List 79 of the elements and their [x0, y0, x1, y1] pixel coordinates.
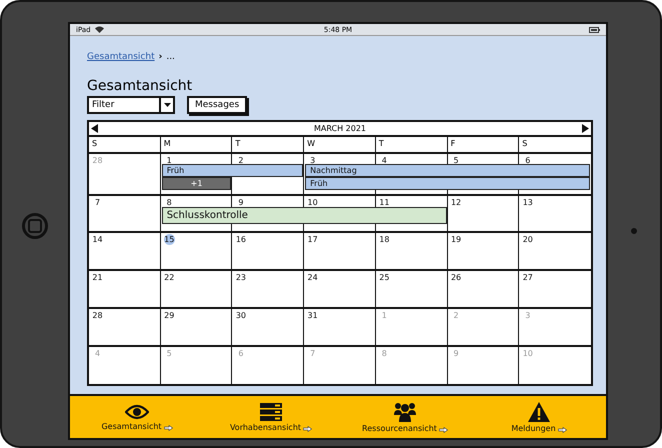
month-title: MARCH 2021: [314, 124, 366, 133]
day-number: 6: [524, 155, 532, 166]
day-number: 5: [166, 348, 173, 359]
day-number: 20: [522, 234, 534, 245]
day-number: 31: [307, 310, 318, 321]
next-month-icon[interactable]: [582, 124, 589, 133]
day-number: 2: [237, 155, 244, 166]
caret-icon: [164, 103, 170, 107]
day-number: 18: [378, 234, 390, 245]
arrow-icon: [558, 426, 567, 432]
day-number: 30: [235, 310, 246, 321]
day-number: 1: [380, 310, 388, 321]
day-number: 1: [166, 155, 173, 166]
weekday-label: M: [160, 137, 232, 152]
day-number: 23: [235, 272, 246, 283]
day-number: 22: [164, 272, 175, 283]
day-number: 24: [307, 272, 318, 283]
weekday-label: T: [232, 137, 304, 152]
day-number: 26: [450, 272, 462, 283]
day-number: 10: [522, 348, 534, 359]
day-number: 12: [450, 197, 462, 208]
day-number: 17: [307, 234, 318, 245]
messages-button[interactable]: Messages: [187, 96, 248, 114]
event-bar[interactable]: Nachmittag: [305, 164, 590, 177]
page-title: Gesamtansicht: [87, 78, 194, 94]
arrow-icon: [164, 424, 173, 430]
people-icon: [393, 402, 417, 422]
weekday-label: S: [521, 138, 528, 150]
breadcrumb-link[interactable]: Gesamtansicht: [87, 52, 155, 62]
tab-item[interactable]: Vorhabensansicht: [204, 396, 338, 438]
warning-icon: [528, 402, 550, 422]
event-bar[interactable]: Schlusskontrolle: [162, 207, 447, 224]
event-bar[interactable]: Früh: [305, 177, 590, 190]
weekday-label: W: [304, 137, 376, 152]
day-number: 7: [94, 197, 102, 208]
day-number: 4: [380, 155, 388, 166]
server-list-icon: [260, 402, 282, 420]
weekday-label: T: [376, 137, 448, 152]
day-number: 7: [309, 348, 316, 359]
wifi-icon: [94, 26, 104, 33]
more-events-badge[interactable]: +1: [162, 177, 232, 190]
day-number: 8: [166, 197, 173, 208]
previous-month-icon[interactable]: [91, 124, 98, 133]
tab-item[interactable]: Ressourcenansicht: [338, 396, 472, 438]
breadcrumb-text: ...: [166, 52, 175, 62]
day-number: 5: [452, 155, 460, 166]
day-number: 10: [307, 197, 318, 208]
day-number: 19: [450, 234, 462, 245]
eye-icon: [125, 404, 149, 420]
breadcrumb-separator: ›: [158, 52, 162, 62]
tab-item[interactable]: Gesamtansicht: [70, 396, 204, 438]
day-number: 11: [378, 197, 390, 208]
day-number: 27: [522, 272, 534, 283]
day-number: 28: [92, 155, 103, 166]
day-number: 3: [524, 310, 532, 321]
battery-icon: [589, 26, 600, 32]
day-number: 4: [94, 348, 102, 359]
day-number: 25: [378, 272, 390, 283]
day-number: 13: [522, 197, 534, 208]
day-number: 9: [237, 197, 244, 208]
day-number: 14: [92, 234, 103, 245]
day-number: 2: [452, 310, 460, 321]
day-number: 29: [164, 310, 175, 321]
filter-dropdown[interactable]: Filter: [87, 96, 175, 114]
day-number: 3: [309, 155, 316, 166]
day-number: 21: [92, 272, 103, 283]
event-bar[interactable]: Früh: [162, 164, 304, 177]
day-number: 15: [164, 234, 175, 245]
arrow-icon: [438, 426, 448, 432]
day-number: 6: [237, 348, 244, 359]
day-number: 8: [380, 348, 388, 359]
weekday-label: F: [448, 137, 520, 152]
day-number: 28: [92, 310, 103, 321]
camera-dot: [631, 228, 637, 234]
arrow-icon: [303, 426, 312, 432]
day-number: 16: [235, 234, 246, 245]
day-number: 9: [452, 348, 460, 359]
weekday-label: S: [89, 137, 161, 152]
tab-item[interactable]: Meldungen: [472, 396, 606, 438]
